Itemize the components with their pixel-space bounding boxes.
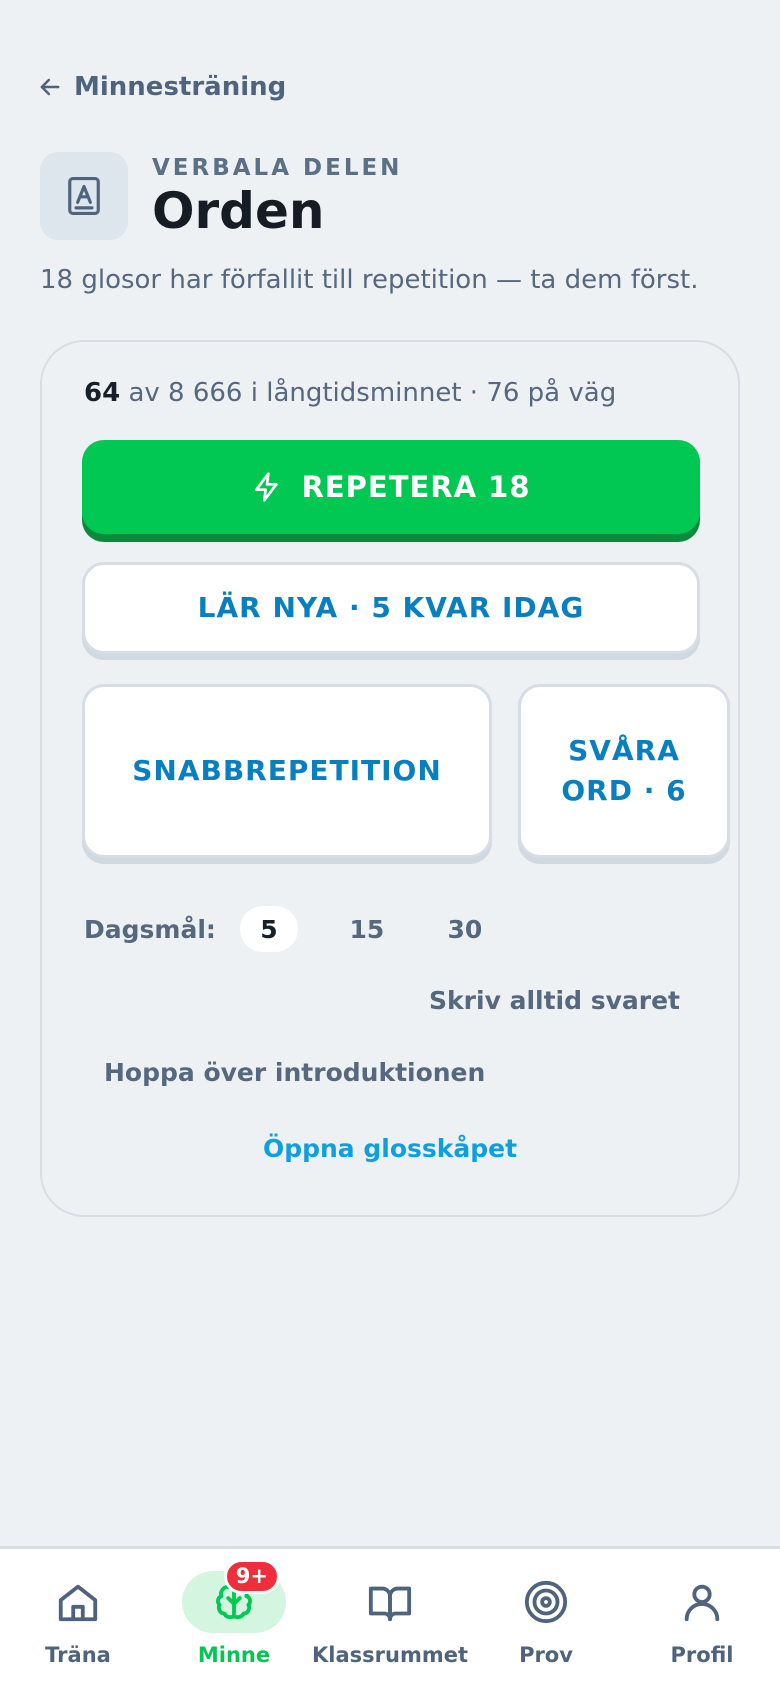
review-button[interactable]: REPETERA 18 xyxy=(82,440,700,534)
nav-label-minne: Minne xyxy=(197,1643,271,1667)
book-icon xyxy=(68,177,100,215)
bottom-nav: Träna 9+ Minne Klassrummet Prov Profil xyxy=(0,1546,780,1688)
nav-item-klassrummet[interactable]: Klassrummet xyxy=(312,1549,468,1688)
nav-icon-wrap xyxy=(338,1571,442,1633)
open-book-icon xyxy=(368,1586,412,1622)
user-icon xyxy=(684,1584,720,1622)
back-link[interactable]: Minnesträning xyxy=(36,72,286,102)
arrow-left-icon xyxy=(40,78,60,96)
nav-icon-wrap: 9+ xyxy=(182,1559,286,1633)
learned-count: 64 xyxy=(84,378,121,408)
nav-icon-wrap xyxy=(650,1571,754,1633)
review-label: REPETERA 18 xyxy=(301,470,531,504)
always-write-answer-toggle[interactable]: Skriv alltid svaret xyxy=(429,986,680,1015)
nav-label-profil: Profil xyxy=(670,1643,734,1667)
nav-label-klassrummet: Klassrummet xyxy=(312,1643,468,1667)
hard-words-button[interactable]: SVÅRA ORD · 6 xyxy=(518,684,730,858)
home-icon xyxy=(58,1584,98,1622)
section-eyebrow: VERBALA DELEN xyxy=(152,154,403,181)
page-header: VERBALA DELEN Orden xyxy=(40,152,402,240)
hard-words-label: SVÅRA ORD · 6 xyxy=(561,734,687,807)
nav-item-profil[interactable]: Profil xyxy=(624,1549,780,1688)
back-label: Minnesträning xyxy=(74,72,287,102)
notification-badge: 9+ xyxy=(223,1559,280,1594)
quick-review-label: SNABBREPETITION xyxy=(132,754,442,788)
daily-goal-selector: Dagsmål: 5 15 30 xyxy=(84,906,534,952)
target-icon xyxy=(524,1580,568,1624)
nav-item-minne[interactable]: 9+ Minne xyxy=(156,1549,312,1688)
nav-icon-wrap xyxy=(494,1571,598,1633)
goal-option-5[interactable]: 5 xyxy=(239,906,298,952)
nav-item-prov[interactable]: Prov xyxy=(468,1549,624,1688)
skip-intro-toggle[interactable]: Hoppa över introduktionen xyxy=(104,1058,485,1087)
nav-item-trana[interactable]: Träna xyxy=(0,1549,156,1688)
open-glossary-link[interactable]: Öppna glosskåpet xyxy=(42,1134,738,1163)
quick-review-button[interactable]: SNABBREPETITION xyxy=(82,684,492,858)
daily-goal-label: Dagsmål: xyxy=(84,914,216,944)
learn-new-label: LÄR NYA · 5 KVAR IDAG xyxy=(197,591,585,625)
nav-label-trana: Träna xyxy=(45,1643,111,1667)
memory-stats: 64 av 8 666 i långtidsminnet · 76 på väg xyxy=(84,378,616,408)
training-card: 64 av 8 666 i långtidsminnet · 76 på väg… xyxy=(40,340,740,1217)
nav-label-prov: Prov xyxy=(519,1643,573,1667)
due-notice: 18 glosor har förfallit till repetition … xyxy=(40,265,699,295)
nav-icon-wrap xyxy=(26,1571,130,1633)
page-title: Orden xyxy=(152,181,325,240)
stats-rest: av 8 666 i långtidsminnet · 76 på väg xyxy=(120,378,617,408)
lightning-icon xyxy=(255,472,279,502)
goal-option-30[interactable]: 30 xyxy=(436,906,494,952)
book-icon-tile xyxy=(40,152,128,240)
learn-new-button[interactable]: LÄR NYA · 5 KVAR IDAG xyxy=(82,562,700,654)
goal-option-15[interactable]: 15 xyxy=(338,906,396,952)
